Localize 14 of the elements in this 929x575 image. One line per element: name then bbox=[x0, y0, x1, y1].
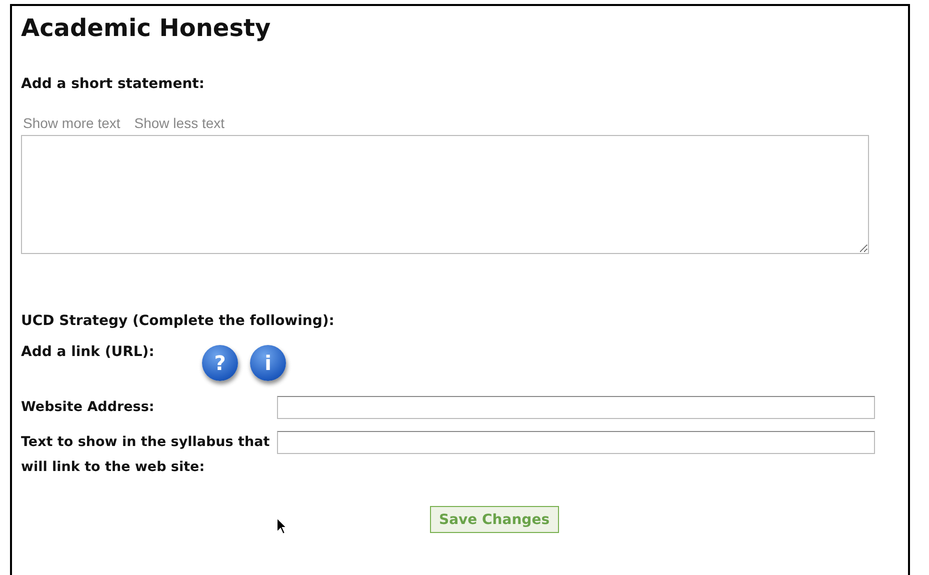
save-button[interactable]: Save Changes bbox=[430, 506, 559, 533]
input-field[interactable] bbox=[277, 431, 875, 454]
text-link[interactable]: Show less text bbox=[134, 115, 225, 131]
page-title: Academic Honesty bbox=[21, 13, 272, 44]
help-icon[interactable]: ? bbox=[202, 345, 238, 381]
section-heading: Add a short statement: bbox=[21, 75, 206, 94]
section-heading: UCD Strategy (Complete the following): bbox=[21, 312, 336, 331]
input-field[interactable] bbox=[277, 396, 875, 419]
text-link[interactable]: Show more text bbox=[23, 115, 120, 131]
link-label: Add a link (URL): bbox=[21, 343, 156, 360]
field-label: Text to show in the syllabus that will link to the web site: bbox=[21, 433, 271, 477]
field-label: Website Address: bbox=[21, 398, 156, 417]
info-icon[interactable]: i bbox=[250, 345, 286, 381]
cursor-icon bbox=[276, 517, 287, 535]
